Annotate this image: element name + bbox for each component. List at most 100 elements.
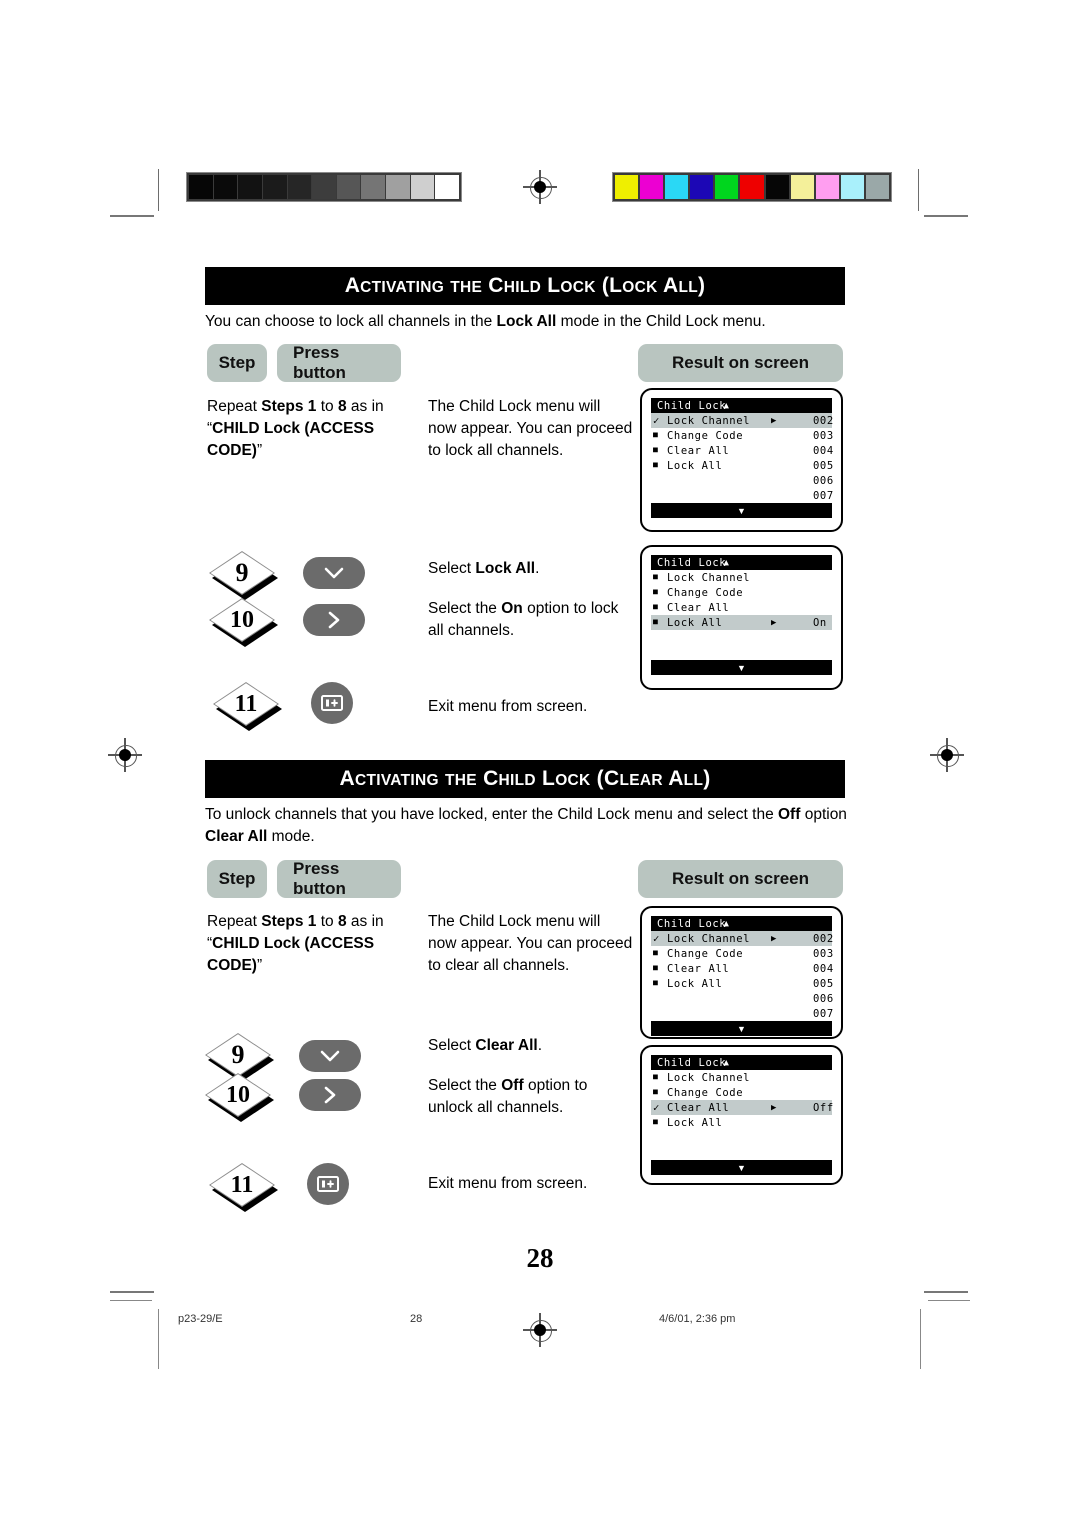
grayscale-calibration-bar bbox=[186, 172, 462, 202]
osd-item-clear-all-3[interactable]: ■ Clear All 004 bbox=[651, 961, 833, 976]
header-press-button-2: Press button bbox=[277, 859, 401, 898]
grayscale-swatch bbox=[410, 175, 435, 199]
osd-item-clear-all-2[interactable]: ■ Clear All bbox=[651, 600, 832, 615]
bullet-icon: ■ bbox=[653, 1087, 659, 1096]
crop-dash-bottom-left bbox=[110, 1291, 154, 1293]
step-marker-9-lock: 9 bbox=[209, 551, 281, 601]
osd-spacer-row: 006 bbox=[651, 991, 834, 1006]
osd-channel-number-2: 003 bbox=[813, 429, 834, 442]
osd-spacer-row bbox=[651, 645, 832, 660]
footer-rule-left bbox=[110, 1300, 152, 1301]
osd-item-lock-all-4[interactable]: ■ Lock All bbox=[651, 1115, 832, 1130]
osd-down-arrow-4: ▼ bbox=[737, 1162, 746, 1173]
crop-dash-top-right bbox=[924, 215, 968, 217]
bullet-icon: ■ bbox=[653, 430, 659, 439]
osd-item-change-code-4[interactable]: ■ Change Code bbox=[651, 1085, 832, 1100]
osd-spacer-row bbox=[651, 1130, 832, 1145]
grayscale-swatch bbox=[189, 175, 213, 199]
crop-tick-left bbox=[158, 169, 159, 211]
osd-channel-number-5b: 006 bbox=[813, 992, 834, 1005]
osd-up-arrow-2: ▲ bbox=[723, 557, 730, 568]
bullet-icon: ■ bbox=[653, 978, 659, 987]
section-title-lock-all: ACTIVATING THE CHILD LOCK (LOCK ALL) bbox=[205, 267, 845, 305]
osd-down-arrow-bar-1: ▼ bbox=[651, 503, 832, 518]
registration-mark-bottom bbox=[523, 1313, 557, 1347]
header-result-1: Result on screen bbox=[638, 344, 843, 382]
bullet-icon: ■ bbox=[653, 963, 659, 972]
color-swatch bbox=[740, 175, 764, 199]
step-text-2a: Repeat Steps 1 to 8 as in “CHILD Lock (A… bbox=[207, 913, 384, 974]
registration-mark-left bbox=[108, 738, 142, 772]
step-marker-11-clear: 11 bbox=[209, 1163, 281, 1213]
osd-title-3: Child Lock ▲ bbox=[651, 916, 832, 931]
osd-item-lock-channel-4[interactable]: ■ Lock Channel bbox=[651, 1070, 832, 1085]
tv-screen-3: Child Lock ▲ ✓ Lock Channel ▶ 002 ■ Change… bbox=[640, 906, 843, 1039]
chevron-right-icon bbox=[328, 611, 340, 629]
right-arrow-icon: ▶ bbox=[771, 415, 778, 426]
osd-spacer-row: 007 bbox=[651, 1006, 833, 1021]
color-swatch bbox=[840, 175, 864, 199]
button-down-arrow-lock[interactable] bbox=[303, 557, 365, 589]
osd-item-lock-channel-2[interactable]: ■ Lock Channel bbox=[651, 570, 832, 585]
osd-spacer-row bbox=[651, 630, 832, 645]
bullet-icon: ■ bbox=[653, 572, 659, 581]
osd-item-lock-all-2[interactable]: ■ Lock All ▶ On bbox=[651, 615, 832, 630]
registration-mark-right bbox=[930, 738, 964, 772]
right-arrow-icon: ▶ bbox=[771, 617, 778, 628]
osd-channel-number-1b: 002 bbox=[813, 932, 834, 945]
grayscale-swatch bbox=[336, 175, 361, 199]
bullet-icon: ■ bbox=[653, 587, 659, 596]
osd-down-arrow-bar-3: ▼ bbox=[651, 1021, 832, 1036]
bullet-icon: ■ bbox=[653, 948, 659, 957]
osd-title-1: Child Lock ▲ bbox=[651, 398, 832, 413]
button-right-arrow-lock[interactable] bbox=[303, 604, 365, 636]
footer-vert-right bbox=[920, 1309, 921, 1369]
result-text-9-lock: Select Lock All. bbox=[428, 560, 540, 577]
menu-exit-icon bbox=[317, 1176, 339, 1192]
intro-clear-all: To unlock channels that you have locked,… bbox=[205, 806, 847, 846]
step-number-9-clear: 9 bbox=[231, 1040, 245, 1069]
osd-up-arrow-3: ▲ bbox=[723, 918, 730, 929]
osd-item-lock-all-3[interactable]: ■ Lock All 005 bbox=[651, 976, 834, 991]
section-title-lock-all-text: ACTIVATING THE CHILD LOCK (LOCK ALL) bbox=[344, 274, 706, 297]
osd-item-lock-all-1[interactable]: ■ Lock All 005 bbox=[651, 458, 834, 473]
color-swatch bbox=[715, 175, 739, 199]
osd-title-2: Child Lock ▲ bbox=[651, 555, 832, 570]
osd-up-arrow-1: ▲ bbox=[723, 400, 730, 411]
osd-channel-number-3: 004 bbox=[813, 444, 834, 457]
manual-page: ACTIVATING THE CHILD LOCK (LOCK ALL) You… bbox=[0, 0, 1080, 1528]
osd-item-clear-all-4[interactable]: ✓ Clear All ▶ Off bbox=[651, 1100, 834, 1115]
chevron-right-icon bbox=[324, 1086, 336, 1104]
grayscale-swatch bbox=[361, 175, 386, 199]
osd-item-change-code-1[interactable]: ■ Change Code 003 bbox=[651, 428, 834, 443]
osd-channel-number-6: 007 bbox=[813, 489, 834, 502]
button-right-arrow-clear[interactable] bbox=[299, 1079, 361, 1111]
button-down-arrow-clear[interactable] bbox=[299, 1040, 361, 1072]
osd-item-lock-channel-3[interactable]: ✓ Lock Channel ▶ 002 bbox=[651, 931, 834, 946]
section-title-clear-all-text: ACTIVATING THE CHILD LOCK (CLEAR ALL) bbox=[339, 767, 711, 790]
header-step-2: Step bbox=[207, 860, 267, 898]
color-swatch bbox=[865, 175, 890, 199]
osd-channel-number-4b: 005 bbox=[813, 977, 834, 990]
grayscale-swatch bbox=[287, 175, 312, 199]
button-menu-exit-clear[interactable] bbox=[307, 1163, 349, 1205]
osd-value-off: Off bbox=[813, 1101, 834, 1114]
color-swatch bbox=[790, 175, 814, 199]
tv-screen-1: Child Lock ▲ ✓ Lock Channel ▶ 002 ■ Change… bbox=[640, 388, 843, 532]
menu-exit-icon bbox=[321, 695, 343, 711]
osd-item-lock-channel-1[interactable]: ✓ Lock Channel ▶ 002 bbox=[651, 413, 834, 428]
osd-item-change-code-2[interactable]: ■ Change Code bbox=[651, 585, 832, 600]
osd-channel-number-1: 002 bbox=[813, 414, 834, 427]
button-menu-exit-lock[interactable] bbox=[311, 682, 353, 724]
header-step-1: Step bbox=[207, 344, 267, 382]
step-marker-10-lock: 10 bbox=[209, 598, 281, 648]
grayscale-swatch bbox=[435, 175, 460, 199]
osd-channel-number-4: 005 bbox=[813, 459, 834, 472]
osd-title-text-3: Child Lock bbox=[657, 917, 727, 930]
osd-channel-number-2b: 003 bbox=[813, 947, 834, 960]
osd-item-clear-all-1[interactable]: ■ Clear All 004 bbox=[651, 443, 834, 458]
color-swatch bbox=[765, 175, 789, 199]
osd-item-change-code-3[interactable]: ■ Change Code 003 bbox=[651, 946, 834, 961]
osd-spacer-row bbox=[651, 1145, 832, 1160]
intro-lock-all: You can choose to lock all channels in t… bbox=[205, 313, 766, 330]
